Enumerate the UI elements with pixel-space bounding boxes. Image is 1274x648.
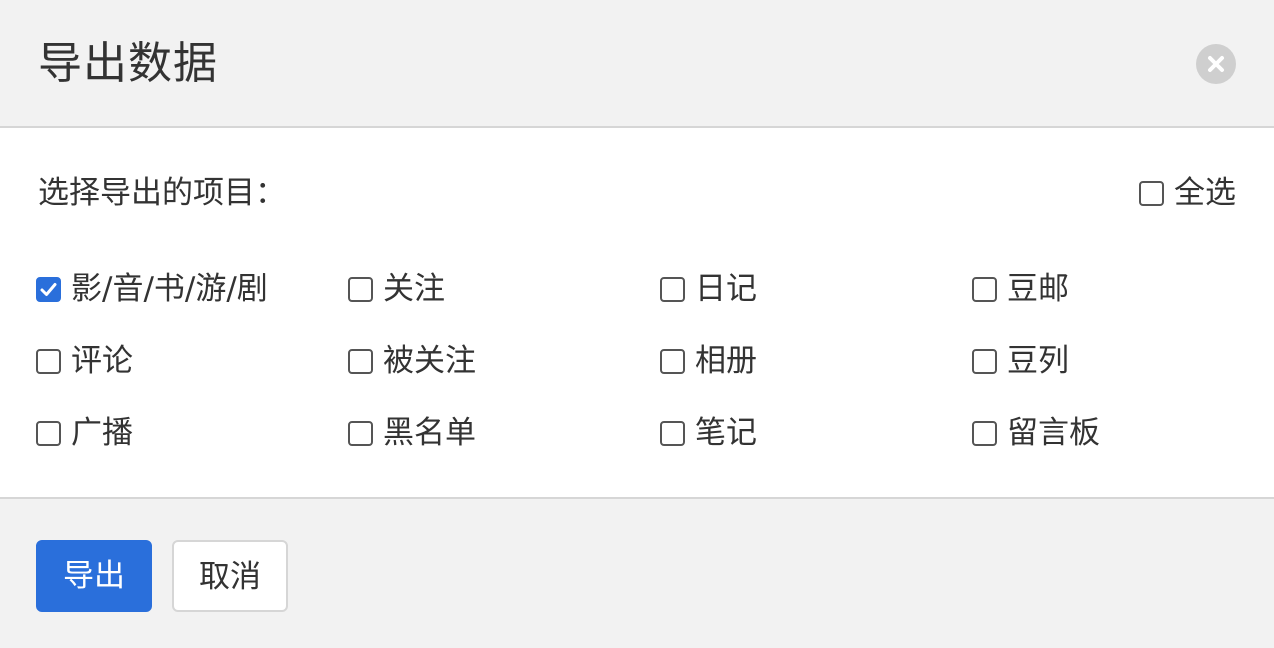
option-label: 留言板 — [1007, 415, 1100, 451]
option-label: 广播 — [71, 415, 133, 451]
option-message-board[interactable]: 留言板 — [972, 412, 1100, 454]
dialog-footer: 导出 取消 — [0, 497, 1274, 648]
option-doumail[interactable]: 豆邮 — [972, 268, 1069, 310]
option-albums[interactable]: 相册 — [660, 340, 757, 382]
checkbox-box[interactable] — [348, 276, 373, 302]
export-button[interactable]: 导出 — [36, 540, 152, 612]
option-label: 笔记 — [695, 415, 757, 451]
option-label: 豆列 — [1007, 343, 1069, 379]
checkbox-box[interactable] — [660, 276, 685, 302]
checkbox-box[interactable] — [972, 420, 997, 446]
option-label: 关注 — [383, 271, 445, 307]
close-icon — [1208, 56, 1224, 72]
export-data-dialog: 导出数据 选择导出的项目： 全选 影/音/书/游/剧 关注 日记 豆邮 评论 被… — [0, 0, 1274, 648]
option-media[interactable]: 影/音/书/游/剧 — [36, 268, 268, 310]
option-label: 豆邮 — [1007, 271, 1069, 307]
checkbox-box[interactable] — [36, 276, 61, 302]
checkbox-box[interactable] — [1139, 180, 1164, 206]
close-button[interactable] — [1196, 44, 1236, 84]
option-label: 日记 — [695, 271, 757, 307]
checkbox-box[interactable] — [348, 348, 373, 374]
dialog-header: 导出数据 — [0, 0, 1274, 128]
option-broadcast[interactable]: 广播 — [36, 412, 133, 454]
option-label: 相册 — [695, 343, 757, 379]
select-all-checkbox[interactable]: 全选 — [1139, 172, 1236, 214]
checkbox-box[interactable] — [660, 420, 685, 446]
option-followers[interactable]: 被关注 — [348, 340, 476, 382]
option-label: 黑名单 — [383, 415, 476, 451]
checkbox-box[interactable] — [660, 348, 685, 374]
dialog-body: 选择导出的项目： 全选 影/音/书/游/剧 关注 日记 豆邮 评论 被关注 相册… — [0, 128, 1274, 497]
option-label: 被关注 — [383, 343, 476, 379]
checkbox-box[interactable] — [348, 420, 373, 446]
option-label: 影/音/书/游/剧 — [71, 271, 268, 307]
checkbox-box[interactable] — [972, 276, 997, 302]
cancel-button[interactable]: 取消 — [172, 540, 288, 612]
checkbox-box[interactable] — [36, 348, 61, 374]
checkbox-box[interactable] — [972, 348, 997, 374]
option-blacklist[interactable]: 黑名单 — [348, 412, 476, 454]
option-reviews[interactable]: 评论 — [36, 340, 133, 382]
select-items-prompt: 选择导出的项目： — [38, 175, 286, 211]
dialog-title: 导出数据 — [38, 38, 218, 89]
checkbox-box[interactable] — [36, 420, 61, 446]
option-label: 评论 — [71, 343, 133, 379]
select-all-label: 全选 — [1174, 175, 1236, 211]
option-diary[interactable]: 日记 — [660, 268, 757, 310]
option-notes[interactable]: 笔记 — [660, 412, 757, 454]
option-doulist[interactable]: 豆列 — [972, 340, 1069, 382]
option-following[interactable]: 关注 — [348, 268, 445, 310]
checkmark-icon — [40, 282, 57, 296]
